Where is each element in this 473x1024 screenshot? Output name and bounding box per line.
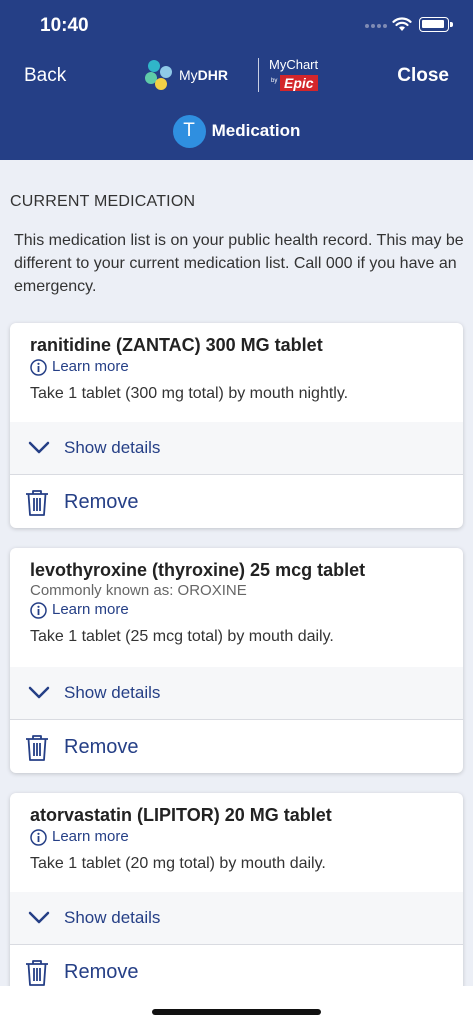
- back-button[interactable]: Back: [24, 65, 66, 87]
- medication-card: ranitidine (ZANTAC) 300 MG tablet Learn …: [10, 323, 463, 528]
- page-title-row: T Medication: [0, 114, 473, 148]
- chevron-down-icon: [28, 686, 50, 699]
- wifi-icon: [392, 17, 412, 31]
- remove-button[interactable]: Remove: [10, 721, 463, 773]
- mydhr-logo: MyDHR: [143, 58, 238, 92]
- home-indicator-area: [0, 986, 473, 1024]
- learn-more-link[interactable]: Learn more: [30, 827, 443, 847]
- section-heading: CURRENT MEDICATION: [10, 193, 196, 210]
- status-time: 10:40: [40, 15, 89, 36]
- status-bar: 10:40: [0, 0, 473, 50]
- mydhr-logo-mark: [145, 60, 172, 90]
- medication-name: levothyroxine (thyroxine) 25 mcg tablet: [30, 560, 366, 580]
- medication-instructions: Take 1 tablet (300 mg total) by mouth ni…: [30, 385, 349, 402]
- learn-more-link[interactable]: Learn more: [30, 357, 443, 377]
- medication-name: atorvastatin (LIPITOR) 20 MG tablet: [30, 805, 332, 825]
- chevron-down-icon: [28, 441, 50, 454]
- close-button[interactable]: Close: [397, 65, 449, 87]
- medication-card: levothyroxine (thyroxine) 25 mcg tablet …: [10, 548, 463, 773]
- app-header: 10:40 Back MyDHR MyChart by Epic Close T…: [0, 0, 473, 160]
- learn-more-link[interactable]: Learn more: [30, 600, 443, 620]
- trash-icon: [26, 489, 48, 516]
- home-indicator[interactable]: [152, 1009, 321, 1015]
- battery-icon: [419, 17, 453, 32]
- logo-divider: [258, 58, 259, 92]
- info-icon: [30, 358, 47, 376]
- info-icon: [30, 601, 47, 619]
- show-details-button[interactable]: Show details: [10, 422, 463, 475]
- chevron-down-icon: [28, 911, 50, 924]
- page-title: Medication: [211, 121, 301, 140]
- show-details-button[interactable]: Show details: [10, 892, 463, 945]
- medication-instructions: Take 1 tablet (25 mcg total) by mouth da…: [30, 628, 334, 645]
- disclaimer-text: This medication list is on your public h…: [14, 232, 464, 295]
- remove-button[interactable]: Remove: [10, 476, 463, 528]
- medication-aka: Commonly known as: OROXINE: [30, 582, 247, 599]
- medication-name: ranitidine (ZANTAC) 300 MG tablet: [30, 335, 323, 355]
- cellular-signal-icon: [365, 24, 387, 28]
- trash-icon: [26, 959, 48, 986]
- show-details-button[interactable]: Show details: [10, 667, 463, 720]
- info-icon: [30, 828, 47, 846]
- mychart-epic-logo: MyChart by Epic: [269, 57, 319, 91]
- medication-instructions: Take 1 tablet (20 mg total) by mouth dai…: [30, 855, 326, 872]
- avatar[interactable]: T: [172, 114, 206, 148]
- trash-icon: [26, 734, 48, 761]
